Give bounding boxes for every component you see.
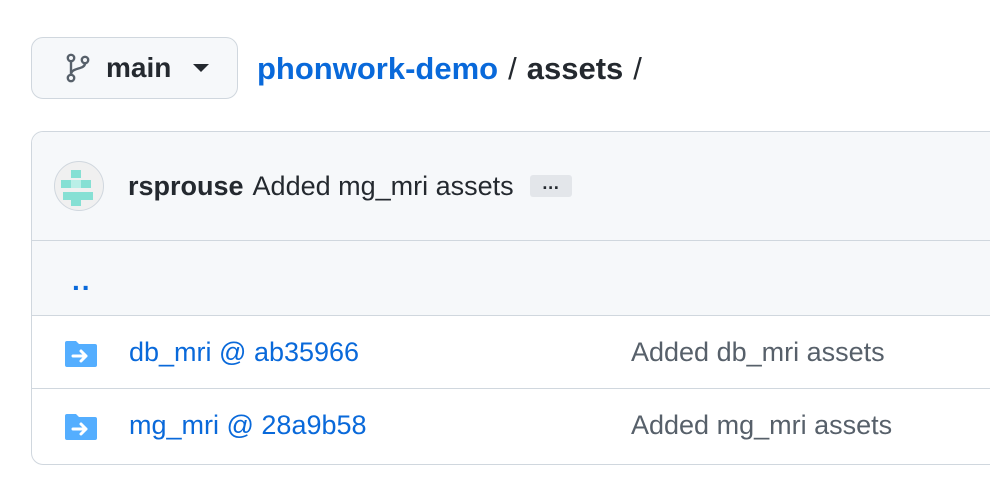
chevron-down-icon [193,64,210,72]
avatar-pixel [81,180,91,188]
parent-directory-link[interactable]: .. [72,259,92,297]
breadcrumb-separator: / [508,51,517,86]
file-row: db_mri @ ab35966 Added db_mri assets [32,316,990,389]
avatar-pixel [63,192,93,200]
branch-name: main [106,52,172,83]
commit-message-link[interactable]: Added mg_mri assets [253,171,514,202]
git-branch-icon [66,53,90,83]
breadcrumb: phonwork-demo / assets / [257,48,652,90]
avatar-pixel [71,180,81,188]
parent-directory-row[interactable]: .. [32,241,990,316]
avatar-pixel [71,200,81,206]
submodule-link[interactable]: mg_mri @ 28a9b58 [129,410,367,441]
commit-author-link[interactable]: rsprouse [128,171,244,202]
avatar-pixel [71,170,81,178]
breadcrumb-repo-link[interactable]: phonwork-demo [257,51,498,87]
file-commit-message[interactable]: Added db_mri assets [631,337,885,368]
file-commit-message[interactable]: Added mg_mri assets [631,410,892,441]
breadcrumb-current-dir: assets [526,51,624,86]
latest-commit-bar: rsprouse Added mg_mri assets … [32,132,990,241]
submodule-folder-icon [64,340,98,368]
branch-selector-button[interactable]: main [31,37,238,99]
file-row: mg_mri @ 28a9b58 Added mg_mri assets [32,389,990,462]
avatar-pixel [61,180,71,188]
file-browser: rsprouse Added mg_mri assets … .. db_mri… [31,131,990,465]
author-avatar[interactable] [54,161,104,211]
submodule-folder-icon [64,413,98,441]
commit-expand-button[interactable]: … [529,174,572,197]
submodule-link[interactable]: db_mri @ ab35966 [129,337,359,368]
breadcrumb-trailing-separator: / [633,51,642,86]
